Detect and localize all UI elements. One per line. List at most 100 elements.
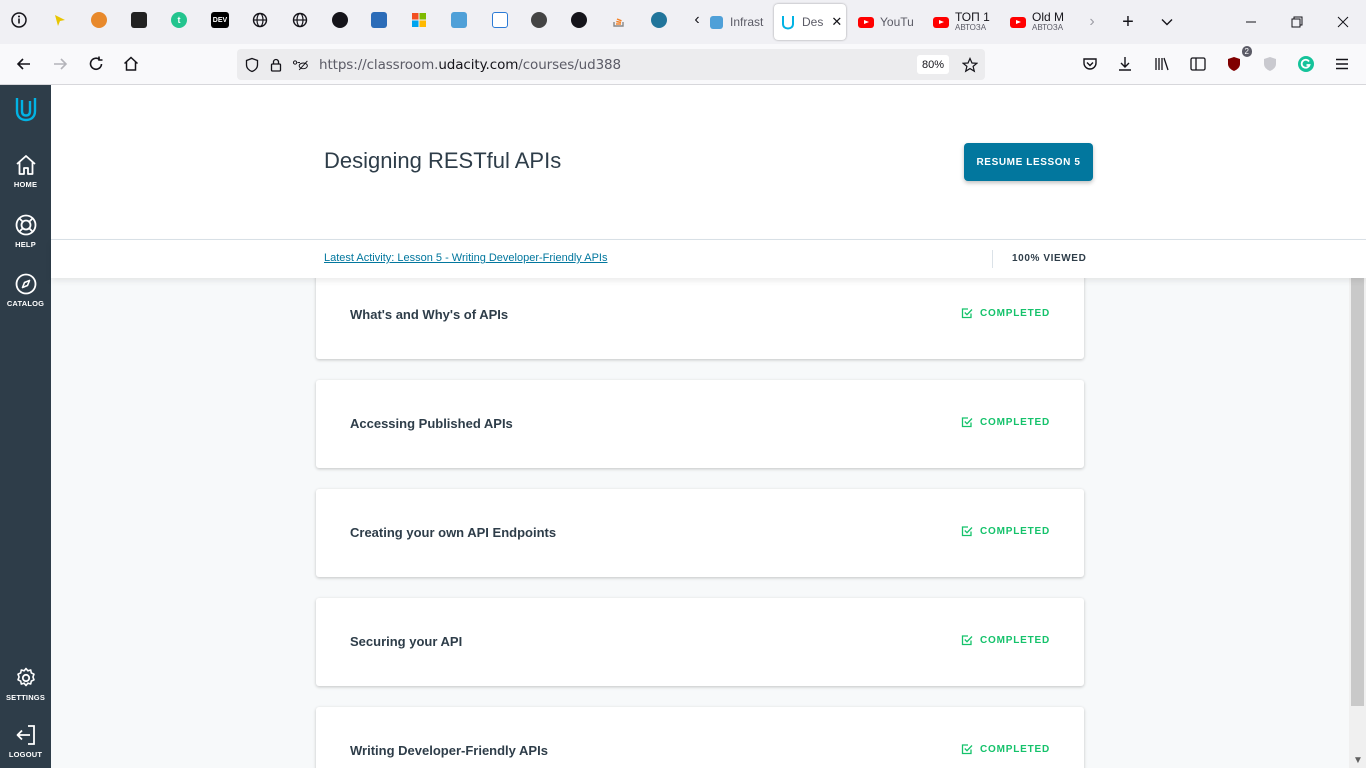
url-text[interactable]: https://classroom.udacity.com/courses/ud… (319, 57, 621, 73)
zoom-level-button[interactable]: 80% (916, 55, 949, 74)
checkbox-check-icon (961, 417, 973, 428)
grammarly-icon[interactable] (1294, 52, 1318, 76)
lesson-title: Creating your own API Endpoints (350, 525, 557, 540)
tab-close-icon[interactable]: ✕ (831, 14, 842, 30)
dev-icon[interactable]: DEV (211, 12, 229, 28)
t-circle-icon[interactable]: t (171, 12, 187, 28)
tab-title: Infrast (730, 15, 764, 29)
sidebar-item-label: LOGOUT (8, 750, 43, 759)
blue-puzzle-icon[interactable] (451, 12, 467, 28)
globe-icon[interactable] (292, 12, 308, 28)
tab-title: YouTu (880, 15, 914, 29)
checkbox-check-icon (961, 744, 973, 755)
tab-scroll-left-icon[interactable]: ‹ (689, 11, 705, 28)
dark-horse-icon[interactable] (531, 12, 547, 28)
library-icon[interactable] (1150, 52, 1174, 76)
lesson-title: Securing your API (350, 634, 463, 649)
completed-status: COMPLETED (961, 307, 1050, 319)
pocket-icon[interactable] (1078, 52, 1102, 76)
resume-lesson-button[interactable]: RESUME LESSON 5 (964, 143, 1093, 181)
sidebar-item-help[interactable]: HELP (0, 213, 51, 249)
completed-status: COMPLETED (961, 525, 1050, 537)
course-header: Designing RESTful APIs RESUME LESSON 5 (51, 85, 1366, 240)
sidebar-item-catalog[interactable]: CATALOG (0, 272, 51, 308)
status-label: COMPLETED (980, 307, 1050, 319)
url-bar[interactable]: https://classroom.udacity.com/courses/ud… (237, 49, 985, 80)
latest-activity-link[interactable]: Latest Activity: Lesson 5 - Writing Deve… (324, 252, 607, 264)
scroll-down-arrow-icon[interactable]: ▼ (1353, 755, 1363, 766)
tab-active-course[interactable]: Des ✕ (774, 4, 846, 40)
lifebuoy-icon (15, 214, 36, 236)
sidebar-item-logout[interactable]: LOGOUT (0, 723, 51, 759)
gear-icon (16, 667, 35, 687)
sidebar-toggle-icon[interactable] (1186, 52, 1210, 76)
blue-bank-icon[interactable] (371, 12, 387, 28)
downloads-icon[interactable] (1113, 52, 1137, 76)
tab-scroll-right-icon[interactable]: › (1080, 10, 1104, 34)
udacity-favicon-icon (780, 14, 796, 30)
tab-youtube-old[interactable]: Old M АВТОЗА (1010, 4, 1070, 40)
page-title: Designing RESTful APIs (324, 148, 562, 173)
microsoft-icon[interactable] (411, 12, 427, 28)
status-label: COMPLETED (980, 634, 1050, 646)
sidebar-item-home[interactable]: HOME (0, 153, 51, 189)
lesson-card[interactable]: Creating your own API Endpoints COMPLETE… (316, 489, 1084, 577)
lesson-card[interactable]: Securing your API COMPLETED (316, 598, 1084, 686)
app-sidebar: HOME HELP CATALOG SETTINGS LOGOUT (0, 85, 51, 768)
latest-activity-bar: Latest Activity: Lesson 5 - Writing Deve… (51, 240, 1366, 278)
permissions-icon[interactable] (291, 56, 309, 74)
dark-app-icon[interactable] (131, 12, 147, 28)
minimize-icon[interactable] (1239, 10, 1263, 34)
bookmark-star-icon[interactable] (961, 56, 979, 74)
logout-icon (16, 725, 35, 745)
divider (992, 250, 993, 268)
close-window-icon[interactable] (1331, 10, 1355, 34)
checkbox-check-icon (961, 526, 973, 537)
tab-youtube[interactable]: YouTu (858, 4, 918, 40)
compass-icon (15, 273, 36, 295)
sidebar-item-settings[interactable]: SETTINGS (0, 666, 51, 702)
lock-icon[interactable] (267, 56, 285, 74)
lesson-card[interactable]: Accessing Published APIs COMPLETED (316, 380, 1084, 468)
wordpress-icon[interactable] (651, 12, 667, 28)
lesson-card[interactable]: Writing Developer-Friendly APIs COMPLETE… (316, 707, 1084, 768)
ublock-icon[interactable]: 2 (1222, 46, 1252, 76)
home-icon[interactable] (119, 52, 143, 76)
tab-infrastructure[interactable]: Infrast (708, 4, 768, 40)
new-tab-button[interactable]: + (1116, 10, 1140, 34)
url-prefix: https://classroom. (319, 56, 439, 73)
forward-icon[interactable] (48, 52, 72, 76)
youtube-icon (933, 14, 949, 30)
info-icon[interactable] (11, 12, 27, 28)
extension-badge: 2 (1241, 46, 1252, 57)
sidebar-item-label: HELP (15, 240, 36, 249)
tracking-shield-icon[interactable] (243, 56, 261, 74)
pointer-icon[interactable] (52, 12, 68, 28)
completed-status: COMPLETED (961, 416, 1050, 428)
browser-nav-bar: https://classroom.udacity.com/courses/ud… (0, 44, 1366, 85)
privacy-shield-icon[interactable] (1258, 52, 1282, 76)
github-icon[interactable] (571, 12, 587, 28)
scrollbar-thumb[interactable] (1351, 278, 1364, 706)
app-menu-icon[interactable] (1330, 52, 1354, 76)
orange-cog-icon[interactable] (91, 12, 107, 28)
lesson-card[interactable]: What's and Why's of APIs COMPLETED (316, 278, 1084, 359)
github-icon[interactable] (332, 12, 348, 28)
reload-icon[interactable] (84, 52, 108, 76)
tab-subtitle: АВТОЗА (955, 23, 987, 33)
page-scrollbar[interactable]: ▼ (1349, 278, 1366, 768)
sidebar-item-label: CATALOG (6, 299, 45, 308)
checkbox-check-icon (961, 635, 973, 646)
window-icon[interactable] (492, 12, 508, 28)
dev-label: DEV (212, 16, 228, 24)
restore-icon[interactable] (1285, 10, 1309, 34)
list-all-tabs-icon[interactable] (1155, 10, 1179, 34)
tab-youtube-top[interactable]: ТОП 1 АВТОЗА (933, 4, 993, 40)
checkbox-check-icon (961, 308, 973, 319)
back-icon[interactable] (12, 52, 36, 76)
udacity-logo-icon[interactable] (0, 95, 51, 123)
completed-status: COMPLETED (961, 743, 1050, 755)
youtube-icon (858, 14, 874, 30)
globe-icon[interactable] (252, 12, 268, 28)
stackoverflow-icon[interactable] (611, 12, 627, 28)
